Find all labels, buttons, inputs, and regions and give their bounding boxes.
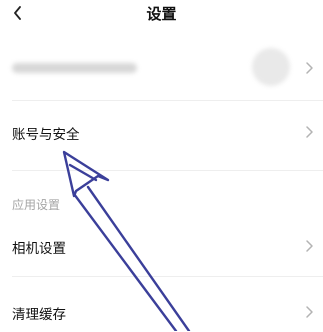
chevron-right-icon	[306, 126, 313, 138]
settings-item-label: 清理缓存	[12, 307, 66, 323]
settings-item-account-security[interactable]: 账号与安全	[0, 112, 323, 152]
settings-item-label: 账号与安全	[12, 127, 80, 143]
settings-item-camera[interactable]: 相机设置	[0, 226, 323, 266]
settings-item-clear-cache[interactable]: 清理缓存	[0, 292, 323, 332]
chevron-right-icon	[306, 306, 313, 318]
chevron-right-icon	[306, 62, 313, 74]
divider	[12, 100, 323, 101]
chevron-right-icon	[306, 240, 313, 252]
top-bar: 设置	[0, 0, 323, 28]
profile-row[interactable]	[0, 36, 323, 86]
blurred-profile-info	[12, 63, 137, 73]
avatar	[252, 48, 290, 86]
divider	[12, 170, 323, 171]
page-title: 设置	[146, 5, 177, 23]
section-header-app-settings: 应用设置	[12, 198, 61, 212]
divider	[12, 276, 323, 277]
settings-item-label: 相机设置	[12, 241, 66, 257]
